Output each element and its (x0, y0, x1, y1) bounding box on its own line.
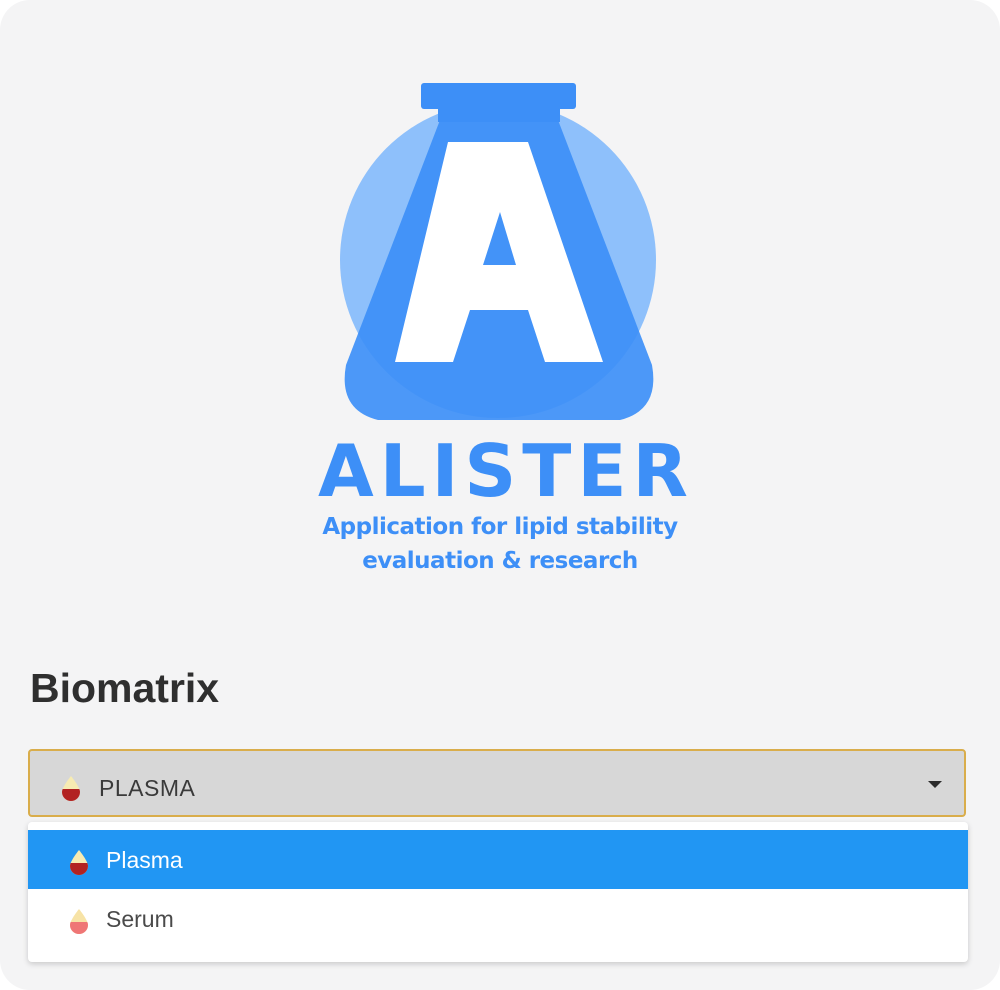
option-serum[interactable]: Serum (28, 889, 968, 948)
tagline-line-2: evaluation & research (362, 548, 638, 574)
plasma-drop-icon (68, 849, 90, 875)
app-panel: ALISTER Application for lipid stability … (0, 0, 1000, 990)
plasma-drop-icon (60, 775, 82, 801)
option-label: Plasma (106, 847, 183, 873)
tagline-line-1: Application for lipid stability (322, 514, 678, 540)
alister-logo: ALISTER Application for lipid stability … (0, 70, 1000, 590)
biomatrix-select[interactable]: PLASMA (28, 749, 966, 817)
caret-down-icon (928, 781, 942, 788)
option-plasma[interactable]: Plasma (28, 830, 968, 889)
biomatrix-dropdown-menu: Plasma Serum (28, 822, 968, 962)
selected-value: PLASMA (99, 775, 196, 801)
brand-name: ALISTER (318, 429, 694, 513)
flask-letter-a-icon (340, 83, 656, 420)
option-label: Serum (106, 906, 174, 932)
serum-drop-icon (68, 908, 90, 934)
brand-tagline: Application for lipid stability evaluati… (0, 510, 1000, 578)
biomatrix-title: Biomatrix (30, 665, 220, 711)
